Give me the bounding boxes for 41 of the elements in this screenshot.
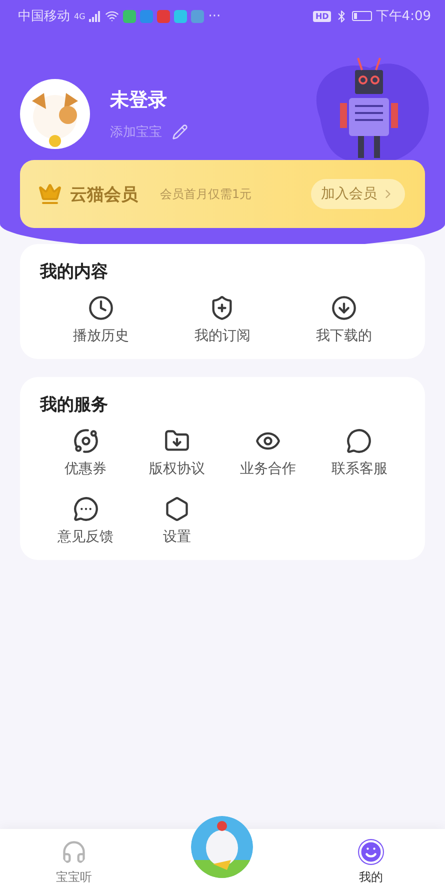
avatar[interactable] (20, 79, 90, 149)
menu-item-label[interactable]: 优惠券 (64, 460, 107, 478)
clock-icon[interactable] (88, 295, 114, 321)
nav-tab[interactable]: 宝宝听 (56, 838, 92, 886)
crown-icon (38, 182, 62, 206)
nav-tab[interactable]: 我的 (358, 838, 384, 886)
menu-item-label[interactable]: 播放历史 (72, 327, 129, 345)
membership-promo: 会员首月仅需1元 (160, 186, 252, 202)
app-icon (140, 10, 154, 22)
hexagon-icon[interactable] (164, 496, 190, 522)
menu-item-label[interactable]: 设置 (162, 528, 191, 546)
menu-item-label[interactable]: 版权协议 (148, 460, 205, 478)
menu-item-label[interactable]: 意见反馈 (58, 528, 114, 546)
app-icon (174, 10, 188, 22)
edit-icon[interactable] (172, 124, 188, 140)
menu-item-label[interactable]: 我的订阅 (194, 327, 250, 345)
more-notifications: ··· (208, 8, 221, 24)
smiley-icon (358, 838, 384, 864)
app-icon (191, 10, 204, 22)
wifi-icon (105, 9, 120, 23)
menu-item-label[interactable]: 联系客服 (331, 460, 388, 478)
clock-time: 下午4:09 (376, 8, 431, 25)
chat-dots-icon[interactable] (72, 496, 99, 522)
user-name: 未登录 (110, 88, 168, 113)
download-icon[interactable] (331, 295, 358, 321)
hd-badge: HD (313, 10, 331, 22)
section-title: 我的服务 (40, 394, 109, 416)
carrier-name: 中国移动 (18, 8, 70, 25)
menu-item-label[interactable]: 业务合作 (240, 460, 296, 478)
battery-icon (352, 11, 372, 21)
section-title: 我的内容 (40, 261, 109, 283)
app-icon (157, 10, 170, 22)
app-icon (123, 10, 136, 22)
chat-bubble-icon[interactable] (346, 428, 372, 454)
orbit-icon[interactable] (72, 428, 99, 454)
folder-download-icon[interactable] (164, 428, 190, 454)
signal-icon (89, 10, 102, 22)
menu-item-label[interactable]: 我下载的 (316, 327, 372, 345)
headphones-icon (61, 838, 88, 864)
network-type: 4G (74, 12, 86, 20)
membership-title: 云猫会员 (70, 184, 138, 206)
